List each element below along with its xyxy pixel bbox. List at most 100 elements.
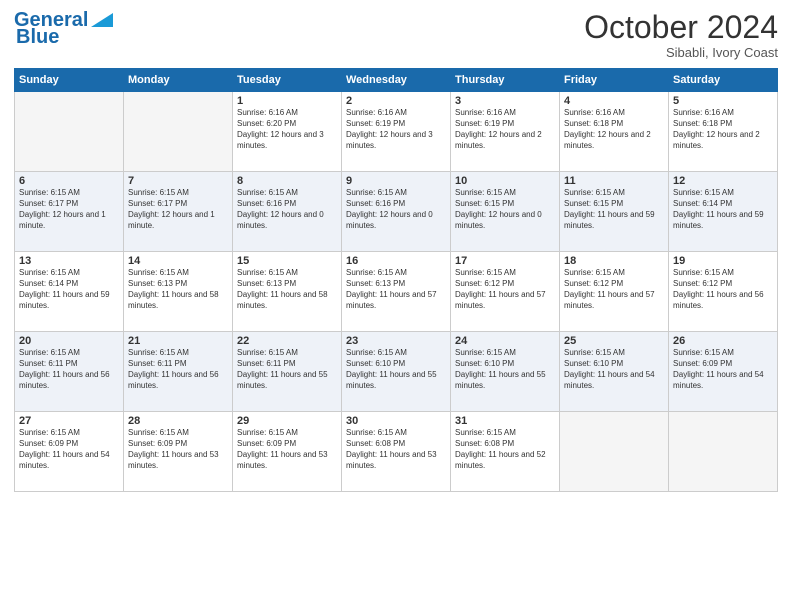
col-saturday: Saturday xyxy=(669,69,778,92)
table-row: 20Sunrise: 6:15 AM Sunset: 6:11 PM Dayli… xyxy=(15,332,124,412)
day-info: Sunrise: 6:15 AM Sunset: 6:12 PM Dayligh… xyxy=(564,268,664,311)
table-row xyxy=(15,92,124,172)
table-row: 27Sunrise: 6:15 AM Sunset: 6:09 PM Dayli… xyxy=(15,412,124,492)
day-info: Sunrise: 6:15 AM Sunset: 6:09 PM Dayligh… xyxy=(128,428,228,471)
table-row: 26Sunrise: 6:15 AM Sunset: 6:09 PM Dayli… xyxy=(669,332,778,412)
table-row: 14Sunrise: 6:15 AM Sunset: 6:13 PM Dayli… xyxy=(124,252,233,332)
day-number: 25 xyxy=(564,335,664,347)
table-row: 31Sunrise: 6:15 AM Sunset: 6:08 PM Dayli… xyxy=(451,412,560,492)
day-number: 26 xyxy=(673,335,773,347)
day-info: Sunrise: 6:15 AM Sunset: 6:16 PM Dayligh… xyxy=(346,188,446,231)
logo-blue: Blue xyxy=(16,26,59,49)
day-number: 30 xyxy=(346,415,446,427)
calendar-week-row: 27Sunrise: 6:15 AM Sunset: 6:09 PM Dayli… xyxy=(15,412,778,492)
table-row xyxy=(560,412,669,492)
day-number: 23 xyxy=(346,335,446,347)
day-info: Sunrise: 6:15 AM Sunset: 6:13 PM Dayligh… xyxy=(237,268,337,311)
day-number: 15 xyxy=(237,255,337,267)
logo-wing-icon xyxy=(91,13,113,27)
day-number: 11 xyxy=(564,175,664,187)
day-info: Sunrise: 6:15 AM Sunset: 6:12 PM Dayligh… xyxy=(455,268,555,311)
day-number: 4 xyxy=(564,95,664,107)
table-row: 17Sunrise: 6:15 AM Sunset: 6:12 PM Dayli… xyxy=(451,252,560,332)
day-number: 29 xyxy=(237,415,337,427)
table-row: 28Sunrise: 6:15 AM Sunset: 6:09 PM Dayli… xyxy=(124,412,233,492)
calendar-week-row: 13Sunrise: 6:15 AM Sunset: 6:14 PM Dayli… xyxy=(15,252,778,332)
day-number: 1 xyxy=(237,95,337,107)
day-number: 16 xyxy=(346,255,446,267)
day-info: Sunrise: 6:15 AM Sunset: 6:11 PM Dayligh… xyxy=(128,348,228,391)
table-row: 30Sunrise: 6:15 AM Sunset: 6:08 PM Dayli… xyxy=(342,412,451,492)
day-info: Sunrise: 6:15 AM Sunset: 6:15 PM Dayligh… xyxy=(455,188,555,231)
day-number: 5 xyxy=(673,95,773,107)
table-row xyxy=(669,412,778,492)
day-info: Sunrise: 6:15 AM Sunset: 6:14 PM Dayligh… xyxy=(19,268,119,311)
day-number: 20 xyxy=(19,335,119,347)
table-row: 16Sunrise: 6:15 AM Sunset: 6:13 PM Dayli… xyxy=(342,252,451,332)
day-info: Sunrise: 6:16 AM Sunset: 6:19 PM Dayligh… xyxy=(455,108,555,151)
day-number: 6 xyxy=(19,175,119,187)
table-row: 6Sunrise: 6:15 AM Sunset: 6:17 PM Daylig… xyxy=(15,172,124,252)
month-year: October 2024 xyxy=(584,10,778,45)
day-number: 31 xyxy=(455,415,555,427)
table-row: 7Sunrise: 6:15 AM Sunset: 6:17 PM Daylig… xyxy=(124,172,233,252)
day-number: 19 xyxy=(673,255,773,267)
table-row: 29Sunrise: 6:15 AM Sunset: 6:09 PM Dayli… xyxy=(233,412,342,492)
day-info: Sunrise: 6:15 AM Sunset: 6:13 PM Dayligh… xyxy=(128,268,228,311)
calendar-header-row: Sunday Monday Tuesday Wednesday Thursday… xyxy=(15,69,778,92)
table-row: 10Sunrise: 6:15 AM Sunset: 6:15 PM Dayli… xyxy=(451,172,560,252)
day-number: 17 xyxy=(455,255,555,267)
day-info: Sunrise: 6:15 AM Sunset: 6:17 PM Dayligh… xyxy=(19,188,119,231)
day-number: 13 xyxy=(19,255,119,267)
calendar-week-row: 6Sunrise: 6:15 AM Sunset: 6:17 PM Daylig… xyxy=(15,172,778,252)
col-monday: Monday xyxy=(124,69,233,92)
day-number: 14 xyxy=(128,255,228,267)
day-number: 22 xyxy=(237,335,337,347)
day-info: Sunrise: 6:15 AM Sunset: 6:15 PM Dayligh… xyxy=(564,188,664,231)
logo: General Blue xyxy=(14,10,113,49)
day-info: Sunrise: 6:15 AM Sunset: 6:09 PM Dayligh… xyxy=(19,428,119,471)
table-row: 19Sunrise: 6:15 AM Sunset: 6:12 PM Dayli… xyxy=(669,252,778,332)
day-number: 18 xyxy=(564,255,664,267)
day-info: Sunrise: 6:15 AM Sunset: 6:08 PM Dayligh… xyxy=(346,428,446,471)
table-row: 2Sunrise: 6:16 AM Sunset: 6:19 PM Daylig… xyxy=(342,92,451,172)
day-number: 27 xyxy=(19,415,119,427)
table-row: 13Sunrise: 6:15 AM Sunset: 6:14 PM Dayli… xyxy=(15,252,124,332)
table-row: 11Sunrise: 6:15 AM Sunset: 6:15 PM Dayli… xyxy=(560,172,669,252)
col-friday: Friday xyxy=(560,69,669,92)
table-row: 24Sunrise: 6:15 AM Sunset: 6:10 PM Dayli… xyxy=(451,332,560,412)
day-info: Sunrise: 6:15 AM Sunset: 6:09 PM Dayligh… xyxy=(237,428,337,471)
table-row: 21Sunrise: 6:15 AM Sunset: 6:11 PM Dayli… xyxy=(124,332,233,412)
header: General Blue October 2024 Sibabli, Ivory… xyxy=(14,10,778,60)
day-number: 24 xyxy=(455,335,555,347)
day-number: 28 xyxy=(128,415,228,427)
table-row: 5Sunrise: 6:16 AM Sunset: 6:18 PM Daylig… xyxy=(669,92,778,172)
day-number: 3 xyxy=(455,95,555,107)
page: General Blue October 2024 Sibabli, Ivory… xyxy=(0,0,792,612)
table-row: 15Sunrise: 6:15 AM Sunset: 6:13 PM Dayli… xyxy=(233,252,342,332)
day-number: 8 xyxy=(237,175,337,187)
table-row: 3Sunrise: 6:16 AM Sunset: 6:19 PM Daylig… xyxy=(451,92,560,172)
table-row: 25Sunrise: 6:15 AM Sunset: 6:10 PM Dayli… xyxy=(560,332,669,412)
table-row: 22Sunrise: 6:15 AM Sunset: 6:11 PM Dayli… xyxy=(233,332,342,412)
day-info: Sunrise: 6:15 AM Sunset: 6:10 PM Dayligh… xyxy=(346,348,446,391)
day-number: 10 xyxy=(455,175,555,187)
table-row: 1Sunrise: 6:16 AM Sunset: 6:20 PM Daylig… xyxy=(233,92,342,172)
table-row: 8Sunrise: 6:15 AM Sunset: 6:16 PM Daylig… xyxy=(233,172,342,252)
table-row: 9Sunrise: 6:15 AM Sunset: 6:16 PM Daylig… xyxy=(342,172,451,252)
calendar-week-row: 20Sunrise: 6:15 AM Sunset: 6:11 PM Dayli… xyxy=(15,332,778,412)
table-row: 23Sunrise: 6:15 AM Sunset: 6:10 PM Dayli… xyxy=(342,332,451,412)
day-info: Sunrise: 6:15 AM Sunset: 6:11 PM Dayligh… xyxy=(19,348,119,391)
location: Sibabli, Ivory Coast xyxy=(584,45,778,60)
day-info: Sunrise: 6:16 AM Sunset: 6:18 PM Dayligh… xyxy=(673,108,773,151)
day-info: Sunrise: 6:15 AM Sunset: 6:09 PM Dayligh… xyxy=(673,348,773,391)
day-info: Sunrise: 6:15 AM Sunset: 6:14 PM Dayligh… xyxy=(673,188,773,231)
day-info: Sunrise: 6:16 AM Sunset: 6:18 PM Dayligh… xyxy=(564,108,664,151)
day-info: Sunrise: 6:15 AM Sunset: 6:17 PM Dayligh… xyxy=(128,188,228,231)
day-info: Sunrise: 6:15 AM Sunset: 6:08 PM Dayligh… xyxy=(455,428,555,471)
day-info: Sunrise: 6:15 AM Sunset: 6:16 PM Dayligh… xyxy=(237,188,337,231)
table-row xyxy=(124,92,233,172)
day-info: Sunrise: 6:15 AM Sunset: 6:11 PM Dayligh… xyxy=(237,348,337,391)
day-number: 12 xyxy=(673,175,773,187)
day-number: 2 xyxy=(346,95,446,107)
